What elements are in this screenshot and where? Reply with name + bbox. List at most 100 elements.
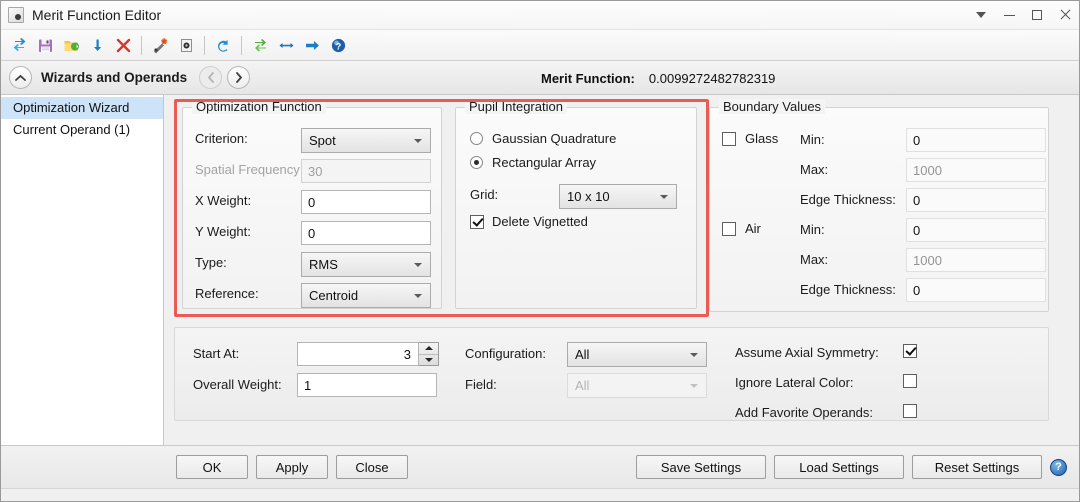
glass-checkbox-row[interactable]: Glass — [722, 131, 778, 146]
close-dialog-button[interactable]: Close — [336, 455, 408, 479]
sidebar-item-optimization-wizard[interactable]: Optimization Wizard — [1, 97, 163, 119]
start-at-input[interactable]: 3 — [297, 342, 419, 366]
window-controls — [967, 1, 1079, 30]
go-arrow-icon[interactable] — [300, 33, 324, 58]
delete-vignetted-label: Delete Vignetted — [492, 214, 588, 229]
optimization-function-group: Optimization Function Criterion: Spot Sp… — [182, 107, 442, 309]
type-label: Type: — [195, 255, 227, 270]
x-weight-input[interactable]: 0 — [301, 190, 431, 214]
help-icon[interactable]: ? — [1050, 459, 1067, 476]
glass-checkbox[interactable] — [722, 132, 736, 146]
stepper-up-icon[interactable] — [419, 343, 438, 354]
glass-edge-thickness-label: Edge Thickness: — [800, 192, 896, 207]
glass-edge-thickness-input[interactable]: 0 — [906, 188, 1046, 212]
refresh-update-icon[interactable] — [7, 33, 31, 58]
merit-function-display: Merit Function: 0.0099272482782319 — [541, 61, 775, 95]
chevron-down-icon — [690, 353, 698, 357]
insert-arrow-icon[interactable] — [85, 33, 109, 58]
sidebar-item-current-operand[interactable]: Current Operand (1) — [1, 119, 163, 141]
rectangular-array-radio-row[interactable]: Rectangular Array — [470, 155, 596, 170]
configuration-combo[interactable]: All — [567, 342, 707, 367]
overall-weight-label: Overall Weight: — [193, 377, 282, 392]
help-icon[interactable]: ? — [326, 33, 350, 58]
y-weight-input[interactable]: 0 — [301, 221, 431, 245]
optimization-function-legend: Optimization Function — [192, 99, 326, 114]
glass-edge-thickness-value: 0 — [913, 193, 920, 208]
gaussian-quadrature-radio-row[interactable]: Gaussian Quadrature — [470, 131, 616, 146]
apply-button[interactable]: Apply — [256, 455, 328, 479]
delete-vignetted-row[interactable]: Delete Vignetted — [470, 214, 588, 229]
chevron-down-icon — [414, 294, 422, 298]
svg-text:?: ? — [335, 41, 341, 51]
glass-label: Glass — [745, 131, 778, 146]
load-settings-button[interactable]: Load Settings — [774, 455, 904, 479]
save-icon[interactable] — [33, 33, 57, 58]
pupil-integration-legend: Pupil Integration — [465, 99, 567, 114]
maximize-button[interactable] — [1023, 1, 1051, 30]
glass-min-label: Min: — [800, 132, 825, 147]
ok-button[interactable]: OK — [176, 455, 248, 479]
glass-min-value: 0 — [913, 133, 920, 148]
field-label: Field: — [465, 377, 497, 392]
spatial-frequency-input[interactable]: 30 — [301, 159, 431, 183]
dropdown-caret-icon[interactable] — [967, 1, 995, 30]
criterion-combo[interactable]: Spot — [301, 128, 431, 153]
move-icon[interactable] — [274, 33, 298, 58]
close-button[interactable] — [1051, 1, 1079, 30]
air-label: Air — [745, 221, 761, 236]
sidebar-item-label: Optimization Wizard — [13, 100, 129, 115]
grid-combo[interactable]: 10 x 10 — [559, 184, 677, 209]
reference-label: Reference: — [195, 286, 259, 301]
rectangular-array-radio[interactable] — [470, 156, 483, 169]
bottom-settings-panel: Start At: 3 Overall Weight: 1 — [174, 327, 1049, 421]
air-checkbox[interactable] — [722, 222, 736, 236]
main-body: Optimization Wizard Current Operand (1) … — [1, 95, 1079, 445]
reset-settings-button[interactable]: Reset Settings — [912, 455, 1042, 479]
collapse-chevron-up-icon[interactable] — [9, 66, 32, 89]
merit-function-editor-window: Merit Function Editor — [0, 0, 1080, 502]
air-max-input[interactable]: 1000 — [906, 248, 1046, 272]
air-min-input[interactable]: 0 — [906, 218, 1046, 242]
start-at-stepper[interactable] — [419, 342, 439, 366]
glass-min-input[interactable]: 0 — [906, 128, 1046, 152]
start-at-value: 3 — [404, 347, 411, 362]
add-favorite-operands-label: Add Favorite Operands: — [735, 405, 873, 420]
operand-properties-icon[interactable] — [174, 33, 198, 58]
swap-rows-icon[interactable] — [248, 33, 272, 58]
start-at-spinner[interactable]: 3 — [297, 342, 439, 366]
delete-vignetted-checkbox[interactable] — [470, 215, 484, 229]
air-checkbox-row[interactable]: Air — [722, 221, 761, 236]
add-favorite-operands-checkbox[interactable] — [903, 404, 917, 418]
nav-back-button[interactable] — [199, 66, 222, 89]
nav-forward-button[interactable] — [227, 66, 250, 89]
boundary-values-group: Boundary Values Glass Min: 0 Max: 1000 — [709, 107, 1049, 312]
open-folder-icon[interactable] — [59, 33, 83, 58]
glass-max-input[interactable]: 1000 — [906, 158, 1046, 182]
gaussian-quadrature-label: Gaussian Quadrature — [492, 131, 616, 146]
glass-max-label: Max: — [800, 162, 828, 177]
boundary-values-legend: Boundary Values — [719, 99, 825, 114]
stepper-down-icon[interactable] — [419, 354, 438, 366]
air-min-label: Min: — [800, 222, 825, 237]
overall-weight-input[interactable]: 1 — [297, 373, 437, 397]
merit-function-label: Merit Function: — [541, 71, 635, 86]
air-edge-thickness-value: 0 — [913, 283, 920, 298]
assume-axial-symmetry-checkbox[interactable] — [903, 344, 917, 358]
app-icon — [8, 7, 24, 23]
field-combo[interactable]: All — [567, 373, 707, 398]
gaussian-quadrature-radio[interactable] — [470, 132, 483, 145]
ignore-lateral-color-checkbox[interactable] — [903, 374, 917, 388]
reference-combo[interactable]: Centroid — [301, 283, 431, 308]
type-combo[interactable]: RMS — [301, 252, 431, 277]
save-settings-button[interactable]: Save Settings — [636, 455, 766, 479]
breadcrumb-title: Wizards and Operands — [41, 70, 187, 85]
wizard-wand-icon[interactable] — [148, 33, 172, 58]
undo-icon[interactable] — [211, 33, 235, 58]
overall-weight-value: 1 — [304, 378, 311, 393]
delete-x-icon[interactable] — [111, 33, 135, 58]
reference-value: Centroid — [309, 288, 358, 303]
window-title: Merit Function Editor — [32, 7, 967, 23]
air-edge-thickness-input[interactable]: 0 — [906, 278, 1046, 302]
minimize-button[interactable] — [995, 1, 1023, 30]
spatial-frequency-label: Spatial Frequency: — [195, 162, 303, 177]
